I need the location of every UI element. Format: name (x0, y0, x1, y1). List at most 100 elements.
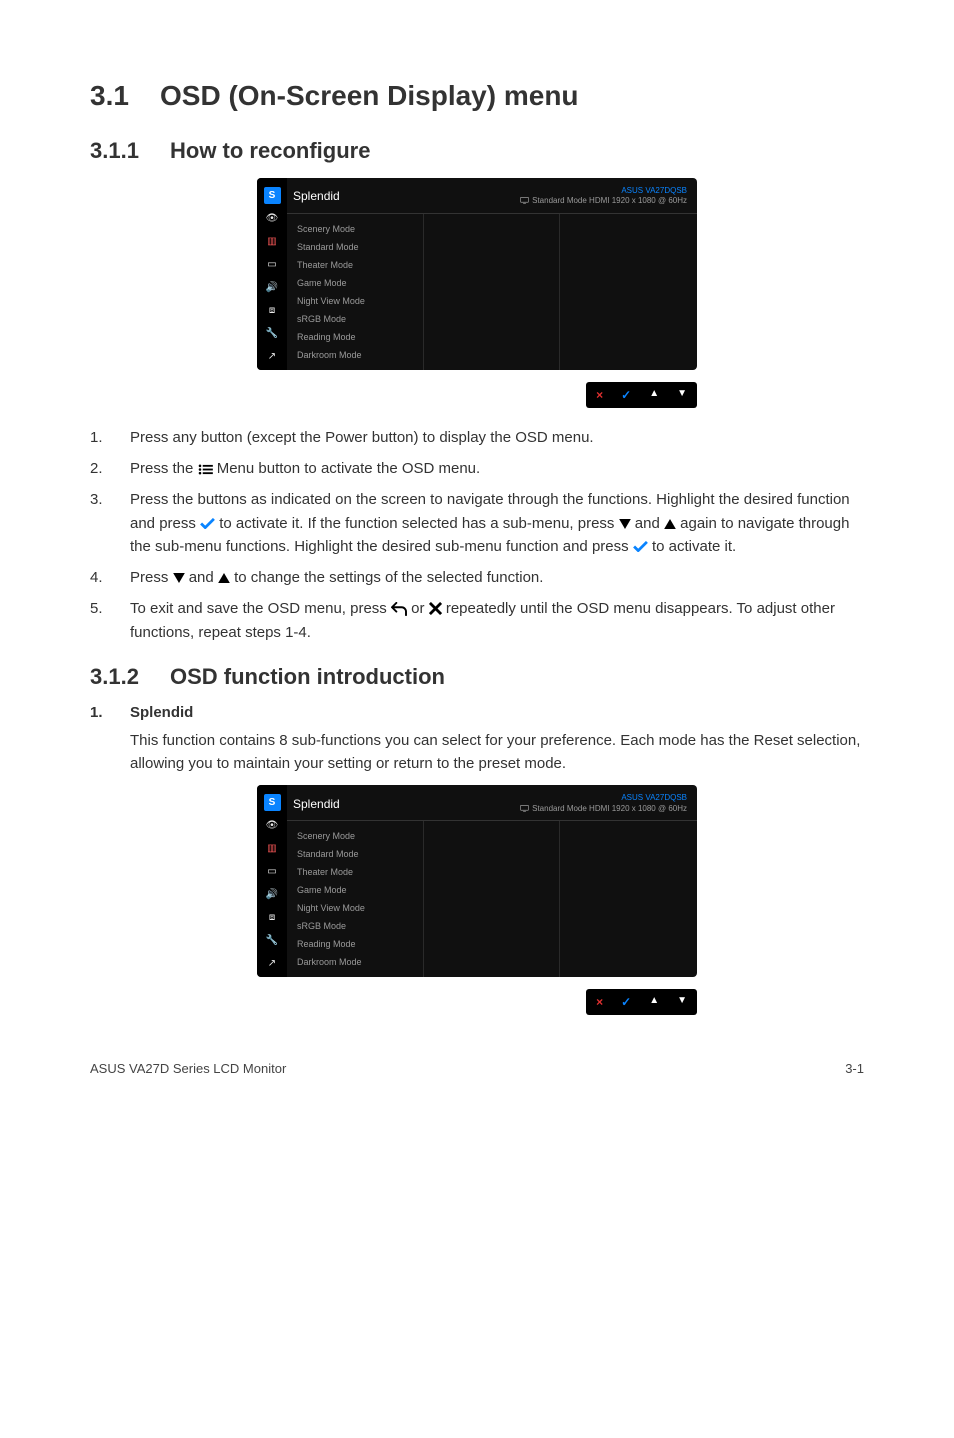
footer-product: ASUS VA27D Series LCD Monitor (90, 1061, 286, 1076)
section-number: 3.1.1 (90, 138, 170, 164)
step-text: To exit and save the OSD menu, press or … (130, 597, 864, 644)
osd-header-meta: ASUS VA27DQSB Standard Mode HDMI 1920 x … (520, 186, 687, 207)
osd-items-column: Scenery Mode Standard Mode Theater Mode … (287, 214, 424, 370)
osd-item: Standard Mode (287, 238, 423, 256)
osd-screenshot: S 👁 ▥ ▭ 🔊 ⧈ 🔧 ↗ Splendid ASUS VA27DQSB S… (90, 785, 864, 1015)
osd-nav-down-icon: ▼ (677, 388, 687, 402)
osd-header-meta: ASUS VA27DQSB Standard Mode HDMI 1920 x … (520, 793, 687, 814)
osd-item: Scenery Mode (287, 220, 423, 238)
osd-items-column: Scenery Mode Standard Mode Theater Mode … (287, 821, 424, 977)
step-number: 3. (90, 488, 130, 558)
step-text: Press any button (except the Power butto… (130, 426, 864, 449)
osd-empty-column (560, 214, 697, 370)
osd-item: Game Mode (287, 274, 423, 292)
down-arrow-icon (619, 519, 631, 529)
osd-tab-eye-icon: 👁 (264, 210, 281, 227)
osd-nav-bar: × ✓ ▲ ▼ (257, 989, 697, 1015)
step-number: 4. (90, 566, 130, 589)
close-icon (429, 602, 442, 615)
step-text: Press the buttons as indicated on the sc… (130, 488, 864, 558)
osd-tab-color-icon: ▥ (264, 233, 281, 250)
osd-tab-sound-icon: 🔊 (264, 279, 281, 296)
osd-item: Scenery Mode (287, 827, 423, 845)
list-item: 3. Press the buttons as indicated on the… (90, 488, 864, 558)
osd-model: ASUS VA27DQSB (621, 793, 687, 802)
osd-mode-line: Standard Mode HDMI 1920 x 1080 @ 60Hz (520, 804, 687, 813)
osd-item: Darkroom Mode (287, 346, 423, 364)
osd-tab-eye-icon: 👁 (264, 817, 281, 834)
page-footer: ASUS VA27D Series LCD Monitor 3-1 (90, 1061, 864, 1076)
step-text: Press the Menu button to activate the OS… (130, 457, 864, 480)
steps-list: 1. Press any button (except the Power bu… (90, 426, 864, 644)
osd-item: Theater Mode (287, 256, 423, 274)
section-text: How to reconfigure (170, 138, 370, 164)
section-heading: 3.1.2 OSD function introduction (90, 664, 864, 690)
up-arrow-icon (218, 573, 230, 583)
osd-tab-system-icon: 🔧 (264, 932, 281, 949)
osd-item: Theater Mode (287, 863, 423, 881)
step-number: 1. (90, 426, 130, 449)
subsection-heading: 1. Splendid (90, 704, 864, 721)
osd-empty-column (424, 214, 561, 370)
osd-empty-column (560, 821, 697, 977)
page-title: 3.1 OSD (On-Screen Display) menu (90, 80, 864, 112)
osd-item: sRGB Mode (287, 917, 423, 935)
step-number: 2. (90, 457, 130, 480)
osd-item: Darkroom Mode (287, 953, 423, 971)
check-icon (633, 541, 648, 552)
body-paragraph: This function contains 8 sub-functions y… (130, 729, 864, 776)
osd-item: Night View Mode (287, 899, 423, 917)
list-item: 2. Press the Menu button to activate the… (90, 457, 864, 480)
list-item: 4. Press and to change the settings of t… (90, 566, 864, 589)
step-number: 5. (90, 597, 130, 644)
osd-item: Game Mode (287, 881, 423, 899)
osd-tab-splendid-icon: S (264, 794, 281, 811)
osd-nav-confirm-icon: ✓ (621, 995, 631, 1009)
osd-nav-bar: × ✓ ▲ ▼ (257, 382, 697, 408)
osd-menu-title: Splendid (293, 189, 340, 203)
osd-item: Reading Mode (287, 328, 423, 346)
osd-nav-close-icon: × (596, 388, 603, 402)
osd-tab-system-icon: 🔧 (264, 325, 281, 342)
title-number: 3.1 (90, 80, 160, 112)
osd-sidebar: S 👁 ▥ ▭ 🔊 ⧈ 🔧 ↗ (257, 785, 287, 977)
osd-tab-input-icon: ⧈ (264, 302, 281, 319)
osd-nav-up-icon: ▲ (649, 995, 659, 1009)
osd-mode-line: Standard Mode HDMI 1920 x 1080 @ 60Hz (520, 196, 687, 205)
osd-nav-confirm-icon: ✓ (621, 388, 631, 402)
list-item: 1. Press any button (except the Power bu… (90, 426, 864, 449)
footer-page-number: 3-1 (845, 1061, 864, 1076)
osd-tab-splendid-icon: S (264, 187, 281, 204)
menu-icon (198, 464, 213, 475)
osd-sidebar: S 👁 ▥ ▭ 🔊 ⧈ 🔧 ↗ (257, 178, 287, 370)
osd-tab-image-icon: ▭ (264, 863, 281, 880)
subheading-number: 1. (90, 704, 130, 721)
osd-item: sRGB Mode (287, 310, 423, 328)
section-number: 3.1.2 (90, 664, 170, 690)
check-icon (200, 518, 215, 529)
osd-menu-title: Splendid (293, 797, 340, 811)
osd-tab-shortcut-icon: ↗ (264, 348, 281, 365)
osd-nav-close-icon: × (596, 995, 603, 1009)
osd-tab-shortcut-icon: ↗ (264, 955, 281, 972)
step-text: Press and to change the settings of the … (130, 566, 864, 589)
osd-tab-color-icon: ▥ (264, 840, 281, 857)
back-icon (391, 602, 407, 616)
osd-item: Reading Mode (287, 935, 423, 953)
osd-screenshot: S 👁 ▥ ▭ 🔊 ⧈ 🔧 ↗ Splendid ASUS VA27DQSB S… (90, 178, 864, 408)
up-arrow-icon (664, 519, 676, 529)
monitor-icon (520, 197, 529, 204)
monitor-icon (520, 805, 529, 812)
list-item: 5. To exit and save the OSD menu, press … (90, 597, 864, 644)
osd-nav-down-icon: ▼ (677, 995, 687, 1009)
title-text: OSD (On-Screen Display) menu (160, 80, 579, 112)
osd-nav-up-icon: ▲ (649, 388, 659, 402)
section-text: OSD function introduction (170, 664, 445, 690)
osd-empty-column (424, 821, 561, 977)
section-heading: 3.1.1 How to reconfigure (90, 138, 864, 164)
osd-item: Standard Mode (287, 845, 423, 863)
osd-tab-sound-icon: 🔊 (264, 886, 281, 903)
osd-model: ASUS VA27DQSB (621, 186, 687, 195)
down-arrow-icon (173, 573, 185, 583)
subheading-text: Splendid (130, 704, 193, 721)
